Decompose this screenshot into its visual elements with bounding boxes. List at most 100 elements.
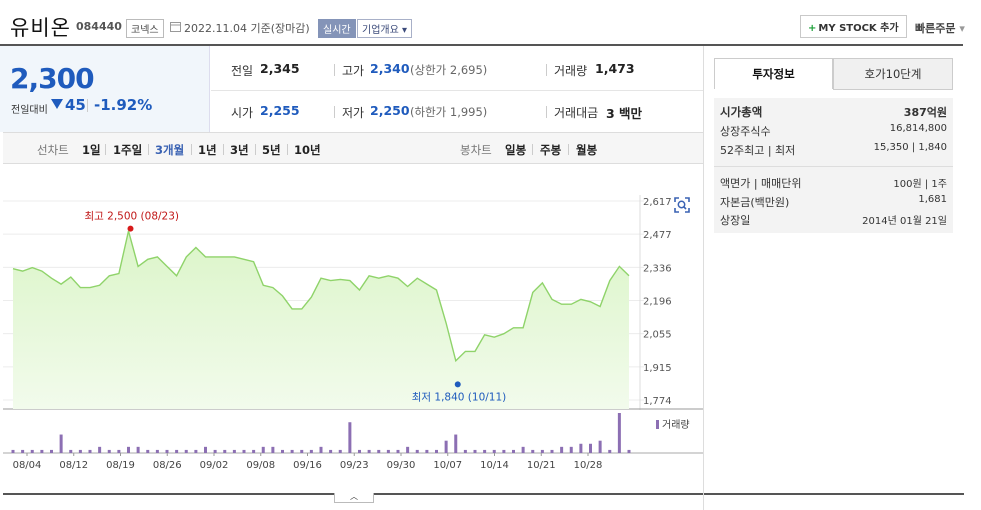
volume-bar: [146, 449, 150, 453]
chevron-down-icon: ▾: [398, 25, 408, 36]
max-marker: [127, 225, 134, 232]
volume-bar: [175, 449, 179, 453]
y-tick-label: 2,055: [643, 330, 672, 341]
candle-monthly[interactable]: 월봉: [576, 142, 597, 158]
y-tick-label: 1,774: [643, 396, 672, 407]
volume-legend-label: 거래량: [662, 420, 690, 431]
volume-bar: [483, 449, 487, 453]
stock-name: 유비온: [10, 16, 71, 40]
volume-bar: [88, 449, 92, 453]
open-value: 2,255: [260, 103, 300, 118]
divider: [334, 64, 335, 76]
market-cap-row: 시가총액 387억원: [720, 104, 947, 120]
volume-bar: [184, 449, 188, 453]
high-label: 고가: [342, 64, 365, 78]
volume-bar: [290, 449, 294, 453]
shares-label: 상장주식수: [720, 125, 771, 138]
volume-bar: [309, 449, 313, 453]
volume-bar: [435, 449, 438, 453]
volume-bar: [11, 449, 15, 453]
period-3m[interactable]: 3개월: [155, 142, 184, 158]
divider: [532, 144, 533, 155]
volume-label: 거래량: [554, 64, 588, 78]
candle-daily[interactable]: 일봉: [505, 142, 526, 158]
volume-bar: [78, 449, 82, 453]
x-tick-label: 09/02: [200, 460, 229, 471]
shares-row: 상장주식수 16,814,800: [720, 123, 947, 139]
candle-weekly[interactable]: 주봉: [540, 142, 561, 158]
change-divider: [87, 99, 88, 112]
add-mystock-button[interactable]: + MY STOCK 추가: [800, 15, 907, 38]
chevron-down-icon: ▾: [955, 22, 965, 35]
period-1d[interactable]: 1일: [82, 142, 101, 158]
listed-row: 상장일 2014년 01월 21일: [720, 212, 947, 228]
listed-value: 2014년 01월 21일: [862, 216, 947, 227]
x-tick-label: 08/19: [106, 460, 135, 471]
volume-bar: [598, 440, 602, 453]
upper-limit: (상한가 2,695): [410, 63, 488, 77]
down-arrow-icon: [51, 99, 63, 109]
divider: [148, 144, 149, 155]
period-1w[interactable]: 1주일: [113, 142, 142, 158]
current-price: 2,300: [10, 62, 95, 95]
footer-divider: [3, 493, 964, 495]
volume-bar: [281, 449, 284, 453]
period-1y[interactable]: 1년: [198, 142, 217, 158]
info-divider: [714, 166, 953, 167]
par-row: 액면가 | 매매단위 100원 | 1주: [720, 175, 947, 191]
price-chart[interactable]: 2,617 2,477 2,336 2,196 2,055 1,915 1,774 최고 2,…: [3, 165, 703, 493]
zoom-icon[interactable]: [673, 196, 691, 214]
chart-period-nav: [3, 132, 703, 164]
quick-order-button[interactable]: 빠른주문 ▾: [915, 20, 965, 36]
volume-bar: [531, 449, 535, 453]
period-3y[interactable]: 3년: [230, 142, 249, 158]
volume-bar: [473, 449, 477, 453]
volume-bar: [569, 446, 573, 453]
volume-bar: [627, 449, 631, 453]
volume-bar: [386, 449, 390, 453]
volume-bar: [425, 449, 429, 453]
chevron-up-icon: ︿: [350, 492, 358, 501]
range52-value: 15,350 | 1,840: [873, 142, 947, 153]
period-5y[interactable]: 5년: [262, 142, 281, 158]
x-tick-label: 10/21: [527, 460, 556, 471]
tab-quote-10[interactable]: 호가10단계: [833, 58, 953, 90]
volume-bar: [136, 446, 140, 453]
x-tick-label: 09/30: [387, 460, 416, 471]
row-divider: [211, 90, 704, 91]
volume-bar: [271, 446, 275, 453]
market-cap-value: 387억원: [903, 106, 947, 119]
tab-invest-info[interactable]: 투자정보: [714, 58, 833, 90]
calendar-icon: [170, 22, 181, 32]
volume-bar: [223, 449, 227, 453]
volume-bar: [319, 446, 323, 453]
volume-bar: [367, 449, 371, 453]
y-tick-label: 2,617: [643, 197, 672, 208]
volume-bar: [98, 446, 102, 453]
range52-label: 52주최고 | 최저: [720, 144, 796, 157]
volume-bar: [232, 449, 236, 453]
prev-close-label: 전일: [231, 64, 254, 78]
divider: [223, 144, 224, 155]
volume-bar: [40, 449, 44, 453]
x-tick-label: 08/12: [59, 460, 88, 471]
volume-bar: [261, 446, 265, 453]
period-10y[interactable]: 10년: [294, 142, 321, 158]
realtime-button[interactable]: 실시간: [318, 19, 356, 38]
change-percent: -1.92%: [94, 96, 153, 114]
volume-bar: [454, 434, 458, 453]
y-tick-label: 1,915: [643, 363, 672, 374]
company-info-dropdown[interactable]: 기업개요 ▾: [357, 19, 413, 38]
tab-underline: [714, 89, 833, 90]
volume-bar: [127, 446, 130, 453]
volume-bar: [194, 449, 198, 453]
collapse-button[interactable]: ︿: [334, 493, 374, 503]
volume-bar: [396, 449, 400, 453]
lower-limit: (하한가 1,995): [410, 105, 488, 119]
volume-bar: [329, 449, 333, 453]
par-value: 100원 | 1주: [893, 179, 947, 190]
x-tick-label: 10/28: [574, 460, 603, 471]
change-amount: 45: [65, 96, 86, 114]
volume-bar: [512, 449, 515, 453]
price-date: 2022.11.04 기준(장마감): [184, 22, 310, 35]
